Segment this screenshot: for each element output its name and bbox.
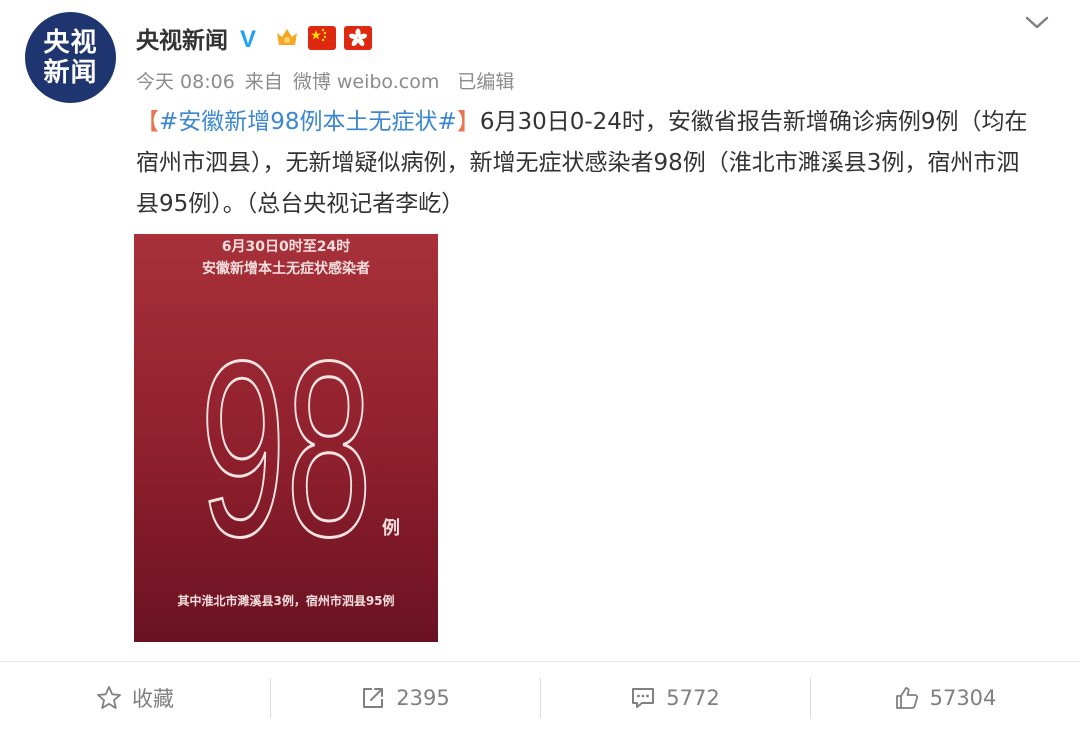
action-toolbar: 收藏 2395 5772 57304 (0, 662, 1080, 734)
member-crown-icon (274, 25, 300, 51)
topic-link[interactable]: #安徽新增98例本土无症状# (159, 109, 457, 135)
post-from-label: 来自 (244, 71, 283, 93)
image-title-line: 安徽新增本土无症状感染者 (202, 261, 370, 277)
account-header: 央视新闻 V (136, 20, 372, 56)
image-unit: 例 (382, 518, 400, 539)
repost-count: 2395 (396, 686, 450, 710)
favorite-button[interactable]: 收藏 (0, 662, 270, 734)
repost-icon (363, 688, 384, 708)
like-count: 57304 (929, 686, 997, 710)
post-image[interactable]: 6月30日0时至24时 安徽新增本土无症状感染者 98 例 其中淮北市濉溪县3例… (134, 234, 438, 642)
post-time[interactable]: 今天 08:06 (136, 67, 235, 94)
post-text: 【#安徽新增98例本土无症状#】6月30日0-24时，安徽省报告新增确诊病例9例… (136, 102, 1036, 225)
image-date-line: 6月30日0时至24时 (221, 239, 351, 255)
repost-button[interactable]: 2395 (270, 662, 540, 734)
china-flag-icon (308, 26, 336, 50)
comment-count: 5772 (666, 686, 720, 710)
image-big-number: 98 (199, 330, 374, 550)
verified-icon: V (238, 26, 264, 50)
like-button[interactable]: 57304 (810, 662, 1080, 734)
svg-text:V: V (240, 26, 256, 50)
comment-button[interactable]: 5772 (540, 662, 810, 734)
edited-label[interactable]: 已编辑 (457, 67, 514, 94)
star-icon (97, 686, 121, 709)
svg-text:98: 98 (200, 330, 372, 550)
comment-icon (632, 688, 655, 708)
favorite-label: 收藏 (132, 687, 174, 711)
topic-bracket-close: 】 (456, 109, 480, 135)
chevron-down-icon[interactable] (1022, 10, 1052, 34)
account-name[interactable]: 央视新闻 (136, 21, 228, 55)
topic-bracket-open: 【 (136, 109, 159, 135)
avatar-text-line2: 新闻 (43, 57, 98, 88)
avatar[interactable]: 央视 新闻 (25, 12, 116, 103)
image-footer: 其中淮北市濉溪县3例，宿州市泗县95例 (177, 594, 395, 608)
hong-kong-flag-icon (344, 26, 372, 50)
post-meta: 今天 08:06 来自 微博 weibo.com 已编辑 (136, 67, 524, 94)
avatar-text-line1: 央视 (43, 27, 98, 58)
like-icon (895, 687, 918, 709)
post-source[interactable]: 微博 weibo.com (293, 67, 440, 94)
